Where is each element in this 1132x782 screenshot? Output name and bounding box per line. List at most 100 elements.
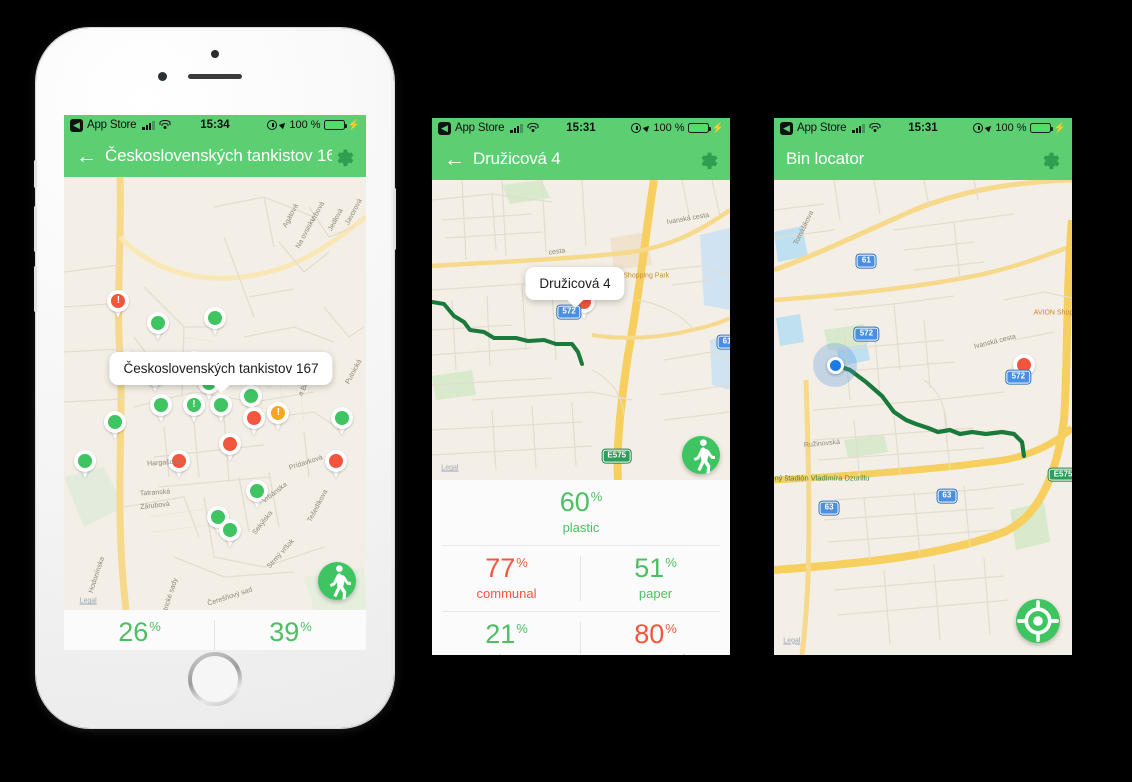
- map-pin-green[interactable]: [149, 393, 172, 424]
- pin-status-dot: [78, 454, 93, 469]
- status-bar-app-name[interactable]: App Store: [87, 119, 137, 131]
- battery-icon: [1029, 123, 1053, 133]
- map-pin-green[interactable]: [74, 450, 97, 480]
- battery-icon: [687, 123, 711, 133]
- wifi-icon: [159, 120, 171, 130]
- map-pin-orange[interactable]: !: [267, 402, 290, 432]
- mute-switch: [34, 160, 37, 188]
- map-view[interactable]: Tomášikova Ivanská cesta Ružinovská AVIO…: [774, 180, 1072, 655]
- map-legal-link[interactable]: Legal: [783, 637, 800, 644]
- map-legal-link[interactable]: Legal: [441, 465, 458, 472]
- status-bar-app-name[interactable]: App Store: [797, 122, 847, 134]
- page-title: Družicová 4: [473, 149, 561, 168]
- map-legal-link[interactable]: Legal: [80, 598, 97, 605]
- map-pin-green[interactable]: [104, 411, 127, 441]
- map-pin-green[interactable]: [204, 307, 226, 337]
- back-to-app-icon[interactable]: ◀: [780, 121, 793, 135]
- gear-icon[interactable]: [1038, 148, 1060, 170]
- road-shield: 572: [1006, 370, 1031, 384]
- volume-up-button: [34, 206, 37, 252]
- nav-bar: ← Družicová 4: [432, 138, 730, 180]
- pin-status-dot: [247, 410, 262, 425]
- stats-panel: 60% plastic 77% communal 51% paper 21% glass 80%…: [432, 480, 730, 655]
- stat-row: 26%glass39%glass: [64, 610, 366, 650]
- phone-1-screen: ◀ App Store 15:34 100 % ⚡ ← Českoslovens…: [64, 115, 366, 650]
- pin-status-dot: [150, 315, 165, 330]
- back-to-app-icon[interactable]: ◀: [70, 118, 83, 132]
- stat-value: 21%: [485, 619, 528, 649]
- gear-icon[interactable]: [332, 145, 354, 167]
- map-pin-red[interactable]: [243, 406, 266, 437]
- stat-cell: 51% paper: [581, 546, 730, 611]
- battery-percentage: 100 %: [995, 122, 1027, 134]
- map-pin-red[interactable]: [219, 432, 242, 463]
- stat-row: 77% communal 51% paper: [432, 546, 730, 611]
- stat-cell: 60% plastic: [432, 480, 730, 545]
- signal-bars-icon: [852, 123, 865, 133]
- map-pin-red[interactable]: [324, 450, 347, 480]
- stat-cell: 77% communal: [432, 546, 581, 611]
- stat-value: 51%: [634, 553, 677, 583]
- walking-route-line: [832, 362, 1027, 459]
- back-to-app-icon[interactable]: ◀: [438, 121, 451, 135]
- status-bar-left: ◀ App Store: [70, 118, 171, 132]
- stat-label: communal: [476, 586, 537, 601]
- stat-cell: 26%glass: [64, 610, 215, 650]
- map-callout-bubble[interactable]: Československých tankistov 167: [109, 351, 333, 385]
- status-bar: ◀ App Store 15:34 100 % ⚡: [64, 115, 366, 135]
- map-view[interactable]: Agátová Vrbová Jedlová Na ovsisku Javoro…: [64, 177, 366, 610]
- stat-value: 80%: [634, 619, 677, 649]
- map-callout-text: Družicová 4: [539, 276, 611, 291]
- road-shield: 61: [717, 335, 730, 349]
- back-arrow-icon[interactable]: ←: [444, 149, 465, 170]
- map-pin-green[interactable]: [330, 406, 353, 437]
- charging-bolt-icon: ⚡: [347, 119, 360, 131]
- road-shield: 63: [937, 489, 957, 503]
- stat-percent-sign: %: [516, 621, 528, 636]
- pin-warning-icon: !: [271, 406, 286, 421]
- map-poi-label: Zimný štadión Vladimíra Dzurillu: [774, 473, 870, 483]
- back-arrow-icon[interactable]: ←: [76, 146, 97, 167]
- walking-person-icon[interactable]: [682, 436, 720, 474]
- screenshot-canvas: ◀ App Store 15:34 100 % ⚡ ← Českoslovens…: [0, 0, 1132, 782]
- map-pin-green[interactable]: [219, 519, 242, 549]
- status-bar: ◀ App Store 15:31 100 % ⚡: [432, 118, 730, 138]
- map-pin-green[interactable]: [146, 311, 169, 342]
- stat-value: 26%: [118, 617, 161, 647]
- pin-status-dot: [108, 415, 123, 430]
- map-pin-green[interactable]: [210, 393, 233, 424]
- locate-crosshair-icon[interactable]: [1016, 599, 1060, 643]
- walking-person-icon[interactable]: [318, 562, 356, 600]
- status-bar-left: ◀ App Store: [438, 121, 539, 135]
- stat-cell: 39%glass: [215, 610, 366, 650]
- stat-row: 21% glass 80% communal: [432, 612, 730, 655]
- status-bar-clock: 15:31: [908, 122, 938, 134]
- earpiece-speaker: [188, 74, 242, 79]
- pin-warning-icon: !: [111, 293, 126, 308]
- stat-percent-sign: %: [149, 619, 161, 634]
- location-arrow-icon: [279, 120, 288, 130]
- alarm-icon: [973, 123, 984, 133]
- map-pin-green[interactable]: !: [182, 393, 205, 424]
- map-callout-bubble[interactable]: Družicová 4: [525, 267, 625, 300]
- stat-cell: 21% glass: [432, 612, 581, 655]
- pin-status-dot: [328, 454, 343, 469]
- wifi-icon: [527, 123, 539, 133]
- stat-percent-sign: %: [665, 555, 677, 570]
- charging-bolt-icon: ⚡: [711, 122, 724, 134]
- location-arrow-icon: [985, 123, 994, 133]
- road-shield: 63: [819, 501, 839, 515]
- stat-value: 60%: [559, 487, 603, 517]
- power-button: [393, 188, 396, 250]
- stat-percent-sign: %: [665, 621, 677, 636]
- battery-percentage: 100 %: [653, 122, 685, 134]
- home-button[interactable]: [188, 652, 242, 706]
- map-view[interactable]: Ivanská cesta cesta AVION Shopping Park …: [432, 180, 730, 480]
- status-bar-app-name[interactable]: App Store: [455, 122, 505, 134]
- stat-label: communal: [585, 652, 726, 655]
- signal-bars-icon: [510, 123, 523, 133]
- stats-panel: 26%glass39%glass: [64, 610, 366, 650]
- gear-icon[interactable]: [696, 148, 718, 170]
- stat-value: 39%: [269, 617, 312, 647]
- map-pin-red[interactable]: !: [107, 289, 130, 320]
